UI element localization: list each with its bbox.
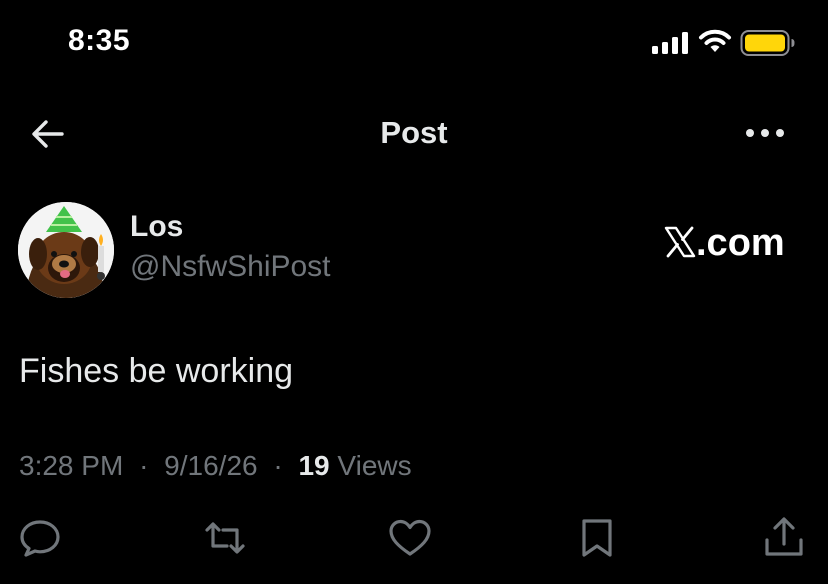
author-handle[interactable]: @NsfwShiPost (130, 250, 331, 284)
author-display-name[interactable]: Los (130, 210, 183, 244)
reply-button[interactable] (18, 516, 62, 560)
wifi-icon (699, 29, 731, 52)
avatar[interactable] (18, 202, 114, 298)
status-bar-time: 8:35 (68, 24, 131, 57)
post-time[interactable]: 3:28 PM (19, 450, 123, 481)
dog-avatar-icon (18, 202, 114, 298)
post-text: Fishes be working (19, 352, 294, 390)
bookmark-icon (582, 519, 612, 557)
views-label[interactable]: Views (337, 450, 411, 481)
more-horizontal-icon (746, 129, 784, 137)
battery-icon (740, 30, 795, 56)
post-metadata: 3:28 PM · 9/16/26 · 19 Views (19, 450, 412, 482)
separator: · (139, 450, 149, 481)
repost-button[interactable] (203, 516, 247, 560)
signal-icon (652, 32, 688, 54)
views-count[interactable]: 19 (298, 450, 329, 481)
watermark-text: .com (696, 222, 785, 264)
like-button[interactable] (388, 516, 432, 560)
x-logo-icon (664, 226, 696, 258)
share-button[interactable] (762, 516, 806, 560)
x-com-watermark: .com (664, 222, 785, 265)
more-options-button[interactable] (744, 124, 786, 142)
page-title: Post (380, 115, 448, 150)
heart-icon (389, 519, 431, 556)
share-icon (765, 517, 803, 556)
bookmark-button[interactable] (575, 516, 619, 560)
reply-icon (20, 520, 60, 557)
separator: · (273, 450, 283, 481)
repost-icon (205, 522, 245, 554)
post-date[interactable]: 9/16/26 (164, 450, 257, 481)
